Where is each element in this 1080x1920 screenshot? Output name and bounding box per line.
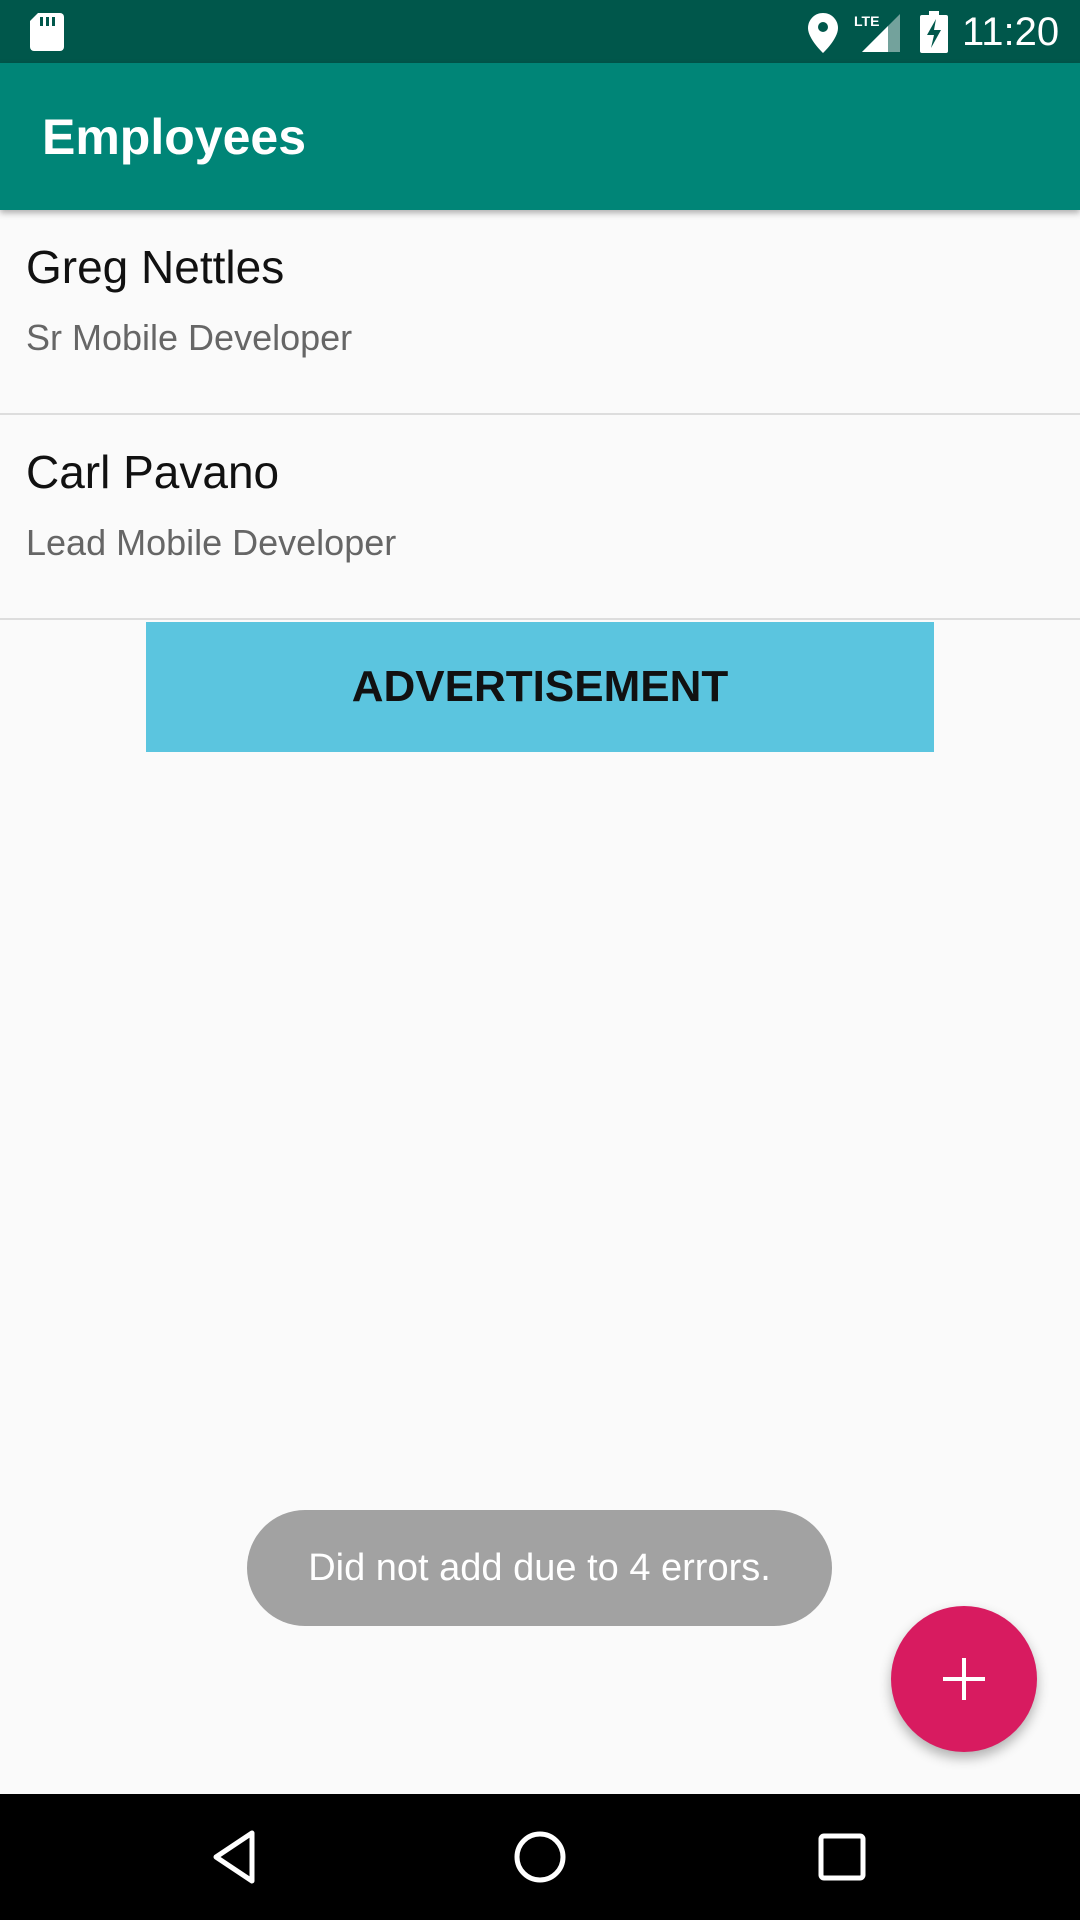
list-item[interactable]: Carl Pavano Lead Mobile Developer — [0, 415, 1080, 620]
battery-charging-icon — [920, 11, 948, 53]
app-bar: Employees — [0, 63, 1080, 210]
toast-message: Did not add due to 4 errors. — [308, 1546, 771, 1589]
location-icon — [808, 13, 838, 53]
network-label: LTE — [854, 13, 879, 29]
ad-banner-text: ADVERTISEMENT — [351, 662, 729, 711]
employee-name: Greg Nettles — [26, 241, 285, 293]
status-bar: LTE 11:20 — [0, 0, 1080, 63]
lte-signal-icon: LTE — [854, 13, 900, 52]
employee-list: Greg Nettles Sr Mobile Developer Carl Pa… — [0, 210, 1080, 620]
status-clock: 11:20 — [962, 10, 1060, 54]
list-item[interactable]: Greg Nettles Sr Mobile Developer — [0, 210, 1080, 415]
recents-icon[interactable] — [812, 1827, 872, 1887]
employee-role: Lead Mobile Developer — [26, 522, 397, 563]
ad-banner[interactable]: ADVERTISEMENT — [146, 622, 934, 752]
home-icon[interactable] — [510, 1827, 570, 1887]
add-employee-button[interactable] — [891, 1606, 1037, 1752]
sd-card-icon — [30, 13, 64, 51]
error-toast: Did not add due to 4 errors. — [247, 1510, 832, 1626]
plus-icon — [943, 1658, 985, 1700]
navigation-bar — [0, 1794, 1080, 1920]
page-title: Employees — [42, 109, 307, 165]
employee-role: Sr Mobile Developer — [26, 317, 353, 358]
back-icon[interactable] — [206, 1827, 266, 1887]
employee-name: Carl Pavano — [26, 446, 280, 498]
